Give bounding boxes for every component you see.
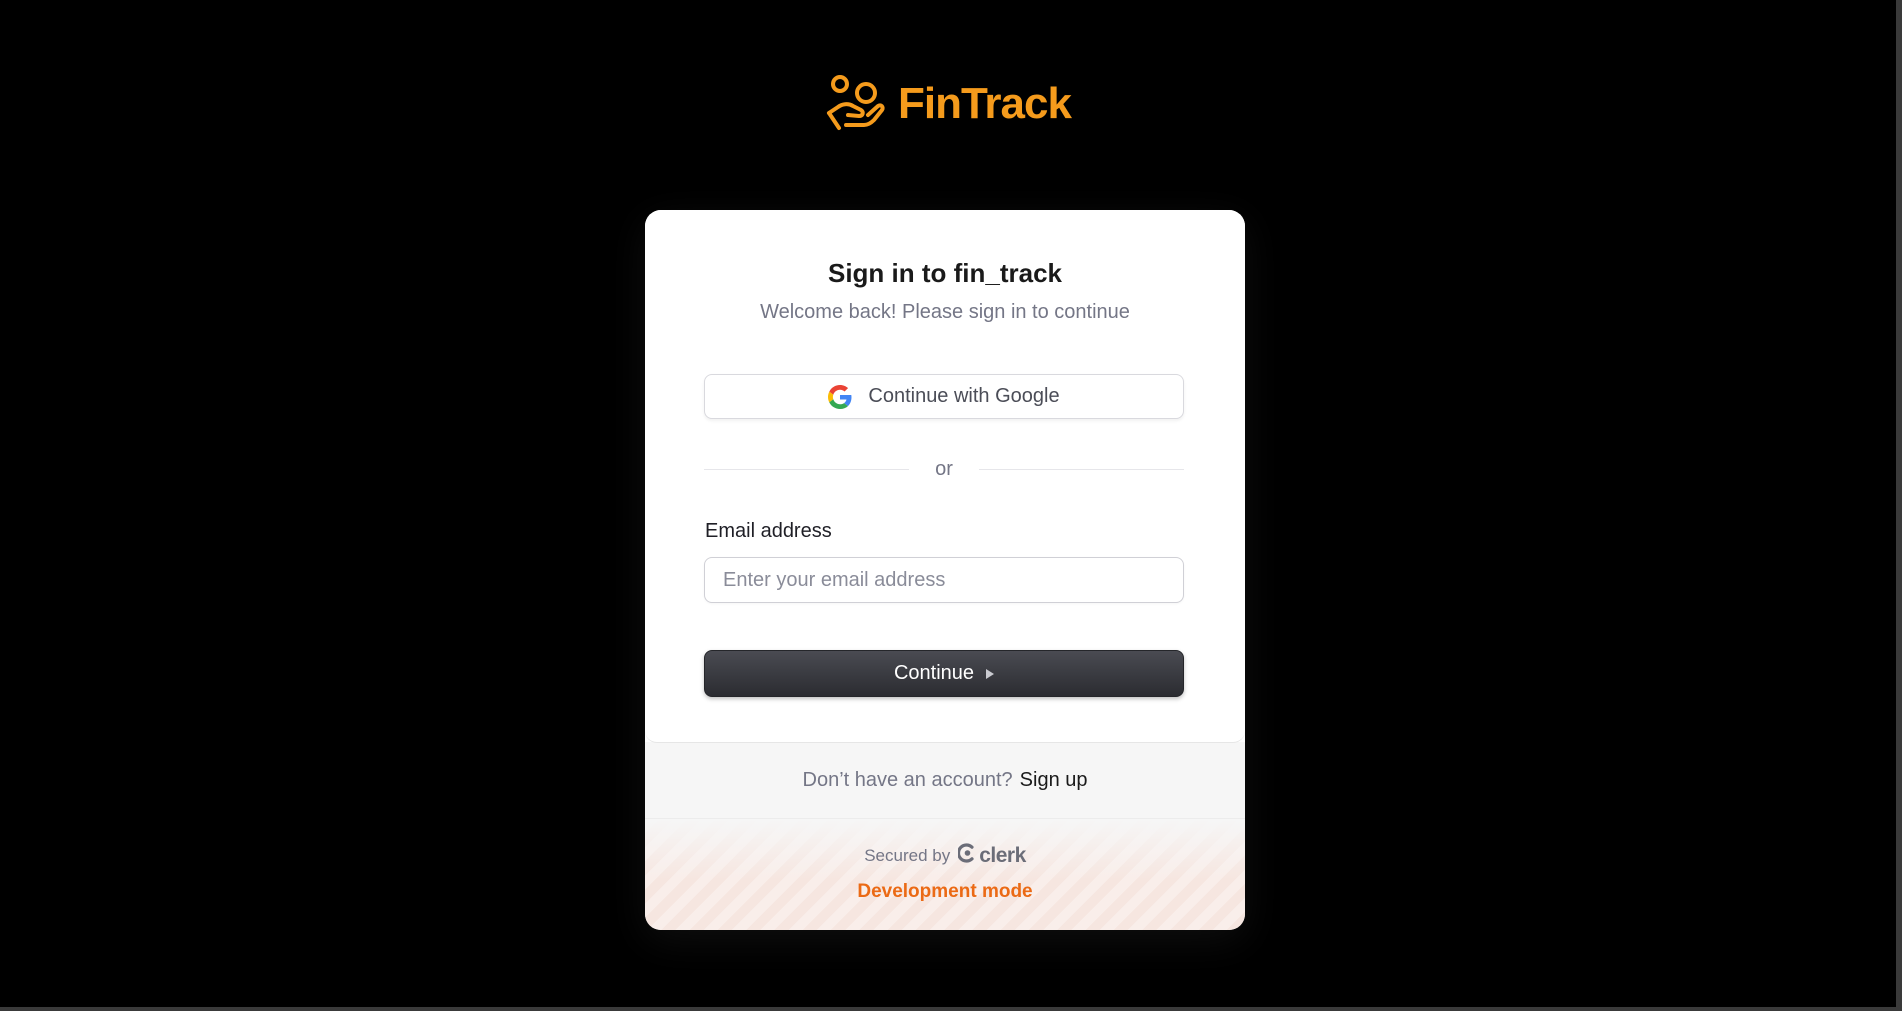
clerk-link[interactable]: clerk	[957, 843, 1026, 868]
hand-coin-icon	[824, 73, 886, 135]
page-background: FinTrack Sign in to fin_track Welcome ba…	[0, 0, 1902, 1011]
sign-up-link[interactable]: Sign up	[1020, 769, 1088, 792]
or-divider: or	[704, 456, 1185, 482]
sign-up-prompt: Don’t have an account? Sign up	[645, 742, 1245, 819]
clerk-logo-icon	[957, 843, 976, 868]
divider-line-right	[978, 468, 1185, 470]
sign-in-title: Sign in to fin_track	[827, 258, 1063, 288]
secured-footer: Secured by clerk Development mode	[645, 819, 1245, 930]
continue-with-google-button[interactable]: Continue with Google	[704, 374, 1184, 419]
google-button-label: Continue with Google	[868, 385, 1060, 407]
secured-by-text: Secured by	[864, 845, 951, 865]
brand-logo: FinTrack	[824, 72, 1072, 136]
divider-line-left	[704, 468, 910, 470]
development-mode-badge: Development mode	[857, 881, 1033, 902]
window-edge-bottom	[0, 1007, 1902, 1011]
sign-in-card: Sign in to fin_track Welcome back! Pleas…	[645, 210, 1245, 930]
sign-up-question: Don’t have an account?	[802, 768, 1013, 791]
clerk-wordmark: clerk	[979, 843, 1026, 867]
caret-right-icon	[986, 669, 995, 679]
email-field[interactable]	[704, 557, 1184, 603]
google-icon	[828, 384, 852, 409]
secured-by-row: Secured by clerk	[645, 843, 1245, 868]
continue-button-label: Continue	[893, 662, 975, 684]
brand-name: FinTrack	[898, 79, 1072, 128]
sign-in-form: Sign in to fin_track Welcome back! Pleas…	[645, 210, 1245, 743]
email-label: Email address	[705, 520, 832, 542]
sign-in-subtitle: Welcome back! Please sign in to continue	[760, 301, 1130, 323]
divider-text: or	[935, 457, 953, 480]
continue-button[interactable]: Continue	[704, 650, 1184, 697]
window-edge-right	[1896, 0, 1902, 1011]
